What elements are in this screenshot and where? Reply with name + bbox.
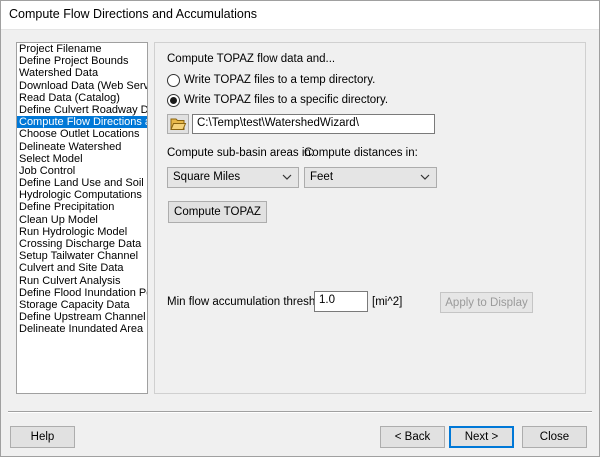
threshold-unit: [mi^2] bbox=[372, 296, 403, 308]
step-item[interactable]: Choose Outlet Locations bbox=[17, 128, 147, 140]
steps-list[interactable]: Project Filename Define Project Bounds Wat… bbox=[16, 42, 148, 394]
step-item[interactable]: Define Flood Inundation Polyg bbox=[17, 287, 147, 299]
chevron-down-icon bbox=[282, 174, 292, 180]
step-item[interactable]: Define Land Use and Soil Dat bbox=[17, 177, 147, 189]
step-item[interactable]: Define Upstream Channel bbox=[17, 311, 147, 323]
step-item[interactable]: Define Project Bounds bbox=[17, 55, 147, 67]
chevron-down-icon bbox=[420, 174, 430, 180]
step-item[interactable]: Clean Up Model bbox=[17, 214, 147, 226]
folder-open-icon bbox=[170, 118, 187, 130]
radio-specific-label[interactable]: Write TOPAZ files to a specific director… bbox=[184, 94, 388, 106]
step-item[interactable]: Define Precipitation bbox=[17, 201, 147, 213]
step-item[interactable]: Storage Capacity Data bbox=[17, 299, 147, 311]
close-button[interactable]: Close bbox=[522, 426, 587, 448]
settings-panel: Compute TOPAZ flow data and... Write TOP… bbox=[154, 42, 586, 394]
subbasin-label: Compute sub-basin areas in: bbox=[167, 147, 315, 159]
threshold-label: Min flow accumulation threshold: bbox=[167, 296, 334, 308]
next-button[interactable]: Next > bbox=[449, 426, 514, 448]
title-bar: Compute Flow Directions and Accumulation… bbox=[0, 0, 600, 30]
step-item[interactable]: Delineate Watershed bbox=[17, 141, 147, 153]
subbasin-unit-select[interactable]: Square Miles bbox=[167, 167, 299, 188]
step-item[interactable]: Culvert and Site Data bbox=[17, 262, 147, 274]
browse-folder-button[interactable] bbox=[167, 114, 189, 134]
threshold-input[interactable]: 1.0 bbox=[314, 291, 368, 312]
distance-label: Compute distances in: bbox=[304, 147, 418, 159]
step-item[interactable]: Setup Tailwater Channel bbox=[17, 250, 147, 262]
step-item[interactable]: Delineate Inundated Area bbox=[17, 323, 147, 335]
step-item[interactable]: Crossing Discharge Data bbox=[17, 238, 147, 250]
back-button[interactable]: < Back bbox=[380, 426, 445, 448]
subbasin-unit-value: Square Miles bbox=[173, 171, 241, 183]
step-item[interactable]: Select Model bbox=[17, 153, 147, 165]
radio-specific-directory[interactable] bbox=[167, 94, 180, 107]
step-item[interactable]: Download Data (Web Service bbox=[17, 80, 147, 92]
step-item[interactable]: Watershed Data bbox=[17, 67, 147, 79]
footer-separator bbox=[8, 411, 592, 413]
panel-heading: Compute TOPAZ flow data and... bbox=[167, 53, 336, 65]
step-item[interactable]: Job Control bbox=[17, 165, 147, 177]
step-item[interactable]: Run Hydrologic Model bbox=[17, 226, 147, 238]
distance-unit-value: Feet bbox=[310, 171, 334, 183]
apply-to-display-button[interactable]: Apply to Display bbox=[440, 292, 533, 313]
step-item[interactable]: Compute Flow Directions and bbox=[17, 116, 147, 129]
radio-temp-label[interactable]: Write TOPAZ files to a temp directory. bbox=[184, 74, 375, 86]
help-button[interactable]: Help bbox=[10, 426, 75, 448]
step-item[interactable]: Define Culvert Roadway Data bbox=[17, 104, 147, 116]
directory-path-field[interactable]: C:\Temp\test\WatershedWizard\ bbox=[192, 114, 435, 134]
step-item[interactable]: Read Data (Catalog) bbox=[17, 92, 147, 104]
window-title: Compute Flow Directions and Accumulation… bbox=[9, 7, 258, 21]
compute-topaz-button[interactable]: Compute TOPAZ bbox=[168, 201, 267, 223]
distance-unit-select[interactable]: Feet bbox=[304, 167, 437, 188]
step-item[interactable]: Hydrologic Computations bbox=[17, 189, 147, 201]
step-item[interactable]: Project Filename bbox=[17, 43, 147, 55]
step-item[interactable]: Run Culvert Analysis bbox=[17, 275, 147, 287]
radio-temp-directory[interactable] bbox=[167, 74, 180, 87]
